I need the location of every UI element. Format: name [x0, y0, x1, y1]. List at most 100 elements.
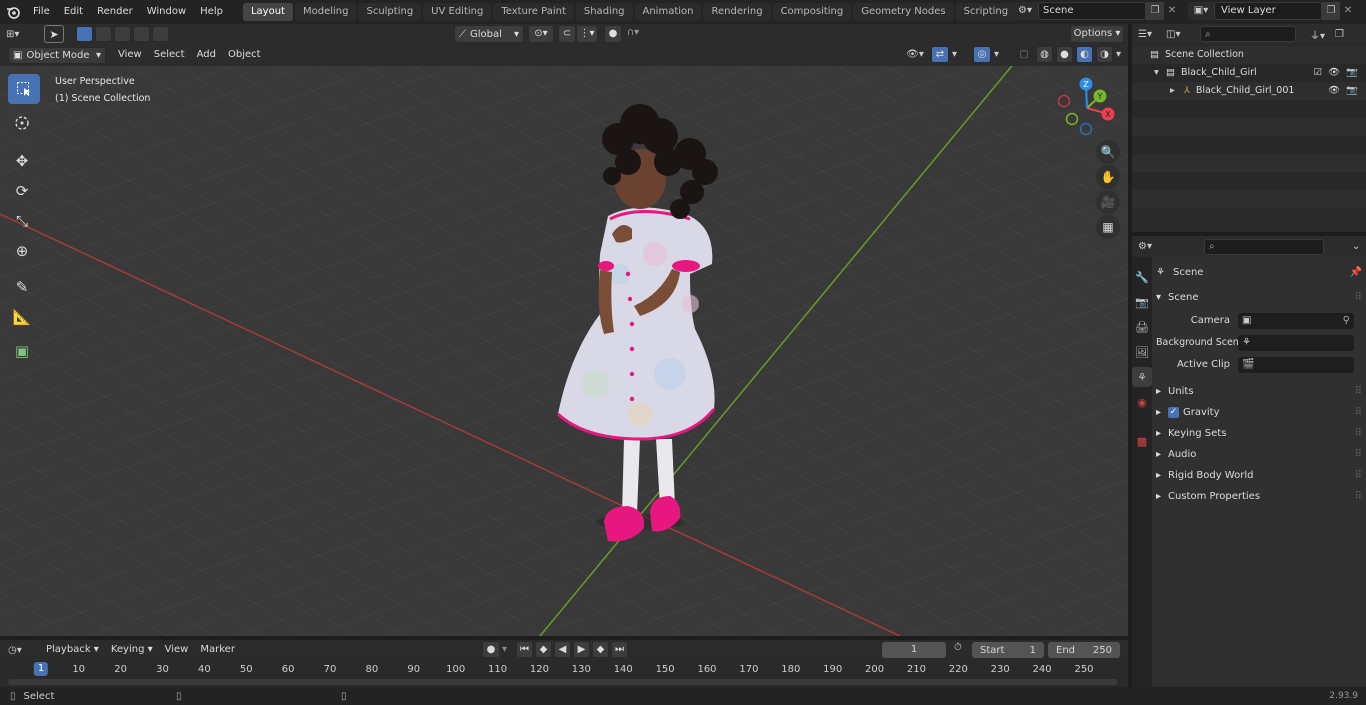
tool-tab-icon[interactable]: 🔧	[1132, 267, 1152, 287]
overlay-toggle-icon[interactable]: ◎	[973, 46, 991, 63]
properties-editor-type-icon[interactable]: ⚙▾	[1138, 241, 1174, 252]
drag-handle-icon[interactable]: ⠿	[1355, 287, 1362, 308]
camera-icon[interactable]: 📷	[1346, 82, 1358, 100]
camera-icon[interactable]: 📷	[1346, 64, 1358, 82]
display-mode-icon[interactable]: ◫▾	[1166, 29, 1194, 40]
timeline-editor-type-icon[interactable]: ◷▾	[8, 645, 40, 656]
new-collection-icon[interactable]: ❐	[1335, 29, 1344, 40]
snap-toggle-icon[interactable]: ⊂	[558, 25, 576, 43]
prev-keyframe-icon[interactable]: ◆	[535, 641, 552, 658]
mode-dropdown[interactable]: ▣ Object Mode ▾	[8, 46, 106, 64]
annotate-icon[interactable]: ✎	[8, 273, 36, 301]
menu-help[interactable]: Help	[193, 0, 230, 24]
properties-options-icon[interactable]: ⌄	[1352, 241, 1360, 252]
perspective-grid-icon[interactable]: ▦	[1096, 215, 1120, 239]
close-scene-icon[interactable]: ✕	[1164, 2, 1180, 20]
panel-units[interactable]: ▸ Units ⠿	[1156, 381, 1362, 402]
gravity-checkbox[interactable]: ✓	[1168, 407, 1179, 418]
timeline-ruler[interactable]: 1 10 20 30 40 50 60 70 80 90 100 110 120 130 140 150 160…	[0, 660, 1128, 678]
copy-view-layer-icon[interactable]: ❐	[1322, 2, 1340, 20]
panel-custom-properties[interactable]: ▸ Custom Properties ⠿	[1156, 486, 1362, 507]
camera-view-icon[interactable]: 🎥	[1096, 190, 1120, 214]
menu-edit[interactable]: Edit	[57, 0, 90, 24]
outliner-row-black-child-girl-001[interactable]: ▸ ⅄ Black_Child_Girl_001 👁 📷	[1132, 82, 1366, 100]
menu-file[interactable]: File	[26, 0, 57, 24]
eye-icon[interactable]: 👁	[1328, 64, 1340, 82]
rotate-icon[interactable]: ⟳	[8, 177, 36, 205]
xray-icon[interactable]: ▢	[1015, 46, 1033, 63]
move-icon[interactable]: ✥	[8, 147, 36, 175]
mode-set-icon[interactable]	[76, 26, 93, 42]
menu-timeline-view[interactable]: View	[159, 641, 195, 659]
panel-gravity[interactable]: ▸ ✓ Gravity ⠿	[1156, 402, 1362, 423]
outliner-row-scene-collection[interactable]: ▤ Scene Collection	[1132, 46, 1366, 64]
mode-subtract-icon[interactable]	[114, 26, 131, 42]
tab-geometry-nodes[interactable]: Geometry Nodes	[853, 3, 954, 21]
scene-tab-icon[interactable]: ⚘	[1132, 367, 1152, 387]
proportional-edit-icon[interactable]: ●	[604, 25, 622, 43]
navigation-gizmo[interactable]: X Y Z	[1055, 76, 1119, 140]
texture-tab-icon[interactable]: ▩	[1132, 431, 1152, 451]
snap-target-icon[interactable]: ⋮▾	[576, 25, 598, 43]
select-box-icon[interactable]	[8, 74, 40, 104]
pivot-point-icon[interactable]: ⊙▾	[528, 25, 554, 43]
next-keyframe-icon[interactable]: ◆	[592, 641, 609, 658]
render-tab-icon[interactable]: 📷	[1132, 292, 1152, 312]
camera-field[interactable]: ▣ ⚲	[1238, 310, 1354, 331]
properties-search-input[interactable]: ⌕	[1204, 238, 1324, 255]
copy-scene-icon[interactable]: ❐	[1146, 2, 1164, 20]
background-scene-field[interactable]: ⚘	[1238, 334, 1354, 351]
measure-icon[interactable]: 📐	[8, 303, 36, 331]
view-layer-icon[interactable]: ▣▾	[1188, 2, 1214, 20]
blender-logo-icon[interactable]	[0, 0, 26, 24]
gizmo-dropdown-icon[interactable]: ▾	[952, 49, 964, 60]
options-button[interactable]: Options ▾	[1070, 25, 1124, 43]
transform-icon[interactable]: ⊕	[8, 237, 36, 265]
pan-hand-icon[interactable]: ✋	[1096, 165, 1120, 189]
view-layer-tab-icon[interactable]: 🖼	[1132, 342, 1152, 362]
editor-type-icon[interactable]: ⊞▾	[6, 29, 36, 40]
start-frame-field[interactable]: Start 1	[972, 642, 1044, 658]
scale-icon[interactable]: ⤡	[8, 207, 36, 235]
rendered-shading-icon[interactable]: ◑	[1096, 46, 1113, 63]
close-view-layer-icon[interactable]: ✕	[1340, 2, 1356, 20]
panel-audio[interactable]: ▸ Audio ⠿	[1156, 444, 1362, 465]
timeline-scrollbar[interactable]	[8, 679, 1118, 685]
play-reverse-icon[interactable]: ◀	[554, 641, 571, 658]
outliner-editor-type-icon[interactable]: ☰▾	[1138, 29, 1166, 40]
record-icon[interactable]: ●	[482, 641, 500, 658]
menu-object[interactable]: Object	[222, 46, 267, 64]
scene-icon[interactable]: ⚙▾	[1012, 2, 1038, 20]
material-shading-icon[interactable]: ◐	[1076, 46, 1093, 63]
tab-modeling[interactable]: Modeling	[294, 3, 357, 21]
expand-arrow-icon[interactable]: ▸	[1170, 82, 1184, 100]
tab-animation[interactable]: Animation	[634, 3, 702, 21]
drag-handle-icon[interactable]: ⠿	[1355, 423, 1362, 444]
active-clip-field[interactable]: 🎬	[1238, 356, 1354, 373]
tab-layout[interactable]: Layout	[242, 3, 293, 21]
drag-handle-icon[interactable]: ⠿	[1355, 486, 1362, 507]
panel-keying-sets[interactable]: ▸ Keying Sets ⠿	[1156, 423, 1362, 444]
3d-viewport[interactable]: User Perspective (1) Scene Collection ✥ …	[0, 44, 1128, 636]
eyedropper-icon[interactable]: ⚲	[1343, 310, 1354, 331]
outliner-row-black-child-girl[interactable]: ▾ ▤ Black_Child_Girl ☑ 👁 📷	[1132, 64, 1366, 82]
tab-uv-editing[interactable]: UV Editing	[423, 3, 492, 21]
active-tool-icon[interactable]: ➤	[44, 25, 64, 43]
record-options-icon[interactable]: ▾	[502, 644, 514, 655]
tab-sculpting[interactable]: Sculpting	[358, 3, 422, 21]
tab-rendering[interactable]: Rendering	[703, 3, 771, 21]
menu-select[interactable]: Select	[148, 46, 191, 64]
exclude-checkbox-icon[interactable]: ☑	[1313, 64, 1322, 82]
end-frame-field[interactable]: End 250	[1048, 642, 1120, 658]
outliner-search-input[interactable]: ⌕	[1200, 26, 1296, 42]
view-layer-name-field[interactable]: View Layer	[1214, 2, 1322, 20]
preview-range-icon[interactable]: ⏱	[954, 642, 962, 653]
gizmo-toggle-icon[interactable]: ⇄	[931, 46, 949, 63]
falloff-icon[interactable]: ∩▾	[622, 25, 644, 43]
expand-arrow-icon[interactable]: ▾	[1154, 64, 1166, 82]
drag-handle-icon[interactable]: ⠿	[1355, 444, 1362, 465]
mode-intersect-icon[interactable]	[152, 26, 169, 42]
tab-compositing[interactable]: Compositing	[772, 3, 852, 21]
current-frame-marker[interactable]: 1	[33, 662, 49, 676]
cursor-icon[interactable]	[8, 109, 36, 137]
